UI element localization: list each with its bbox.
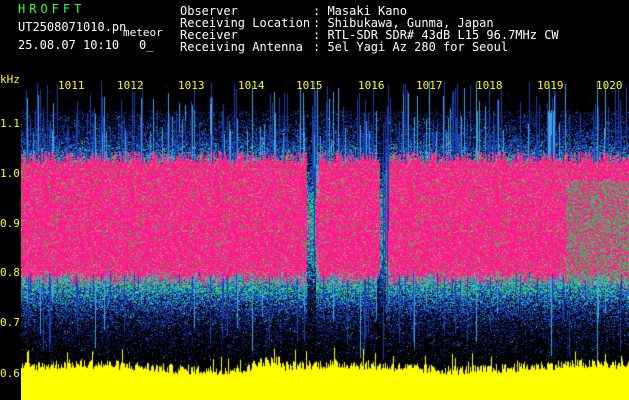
y-tick-label: 0.7 — [0, 316, 20, 329]
antenna-value: : 5el Yagi Az 280 for Seoul — [313, 40, 509, 54]
y-tick-label: 0.9 — [0, 217, 20, 230]
datetime: 25.08.07 10:10 — [18, 38, 120, 52]
x-tick-label: 1013 — [178, 79, 205, 92]
y-tick-label: 1.1 — [0, 117, 20, 130]
event-count: 0_ — [139, 38, 154, 52]
x-tick-label: 1014 — [238, 79, 265, 92]
y-axis-unit: kHz — [0, 73, 20, 86]
x-tick-label: 1012 — [117, 79, 144, 92]
spectrogram-plot — [21, 81, 629, 400]
y-tick-label: 0.8 — [0, 266, 20, 279]
x-tick-label: 1015 — [296, 79, 323, 92]
filename: UT2508071010.pn — [18, 20, 127, 34]
x-tick-label: 1020 — [596, 79, 623, 92]
x-tick-label: 1019 — [537, 79, 564, 92]
header-panel: HROFFT UT2508071010.pn meteor 25.08.07 1… — [0, 0, 629, 72]
software-title: HROFFT — [18, 2, 86, 16]
x-tick-label: 1018 — [476, 79, 503, 92]
x-tick-label: 1017 — [416, 79, 443, 92]
x-tick-label: 1016 — [358, 79, 385, 92]
antenna-label: Receiving Antenna — [180, 40, 303, 54]
spectrogram-canvas — [21, 81, 629, 400]
x-tick-label: 1011 — [58, 79, 85, 92]
y-tick-label: 1.0 — [0, 167, 20, 180]
y-tick-label: 0.6 — [0, 367, 20, 380]
